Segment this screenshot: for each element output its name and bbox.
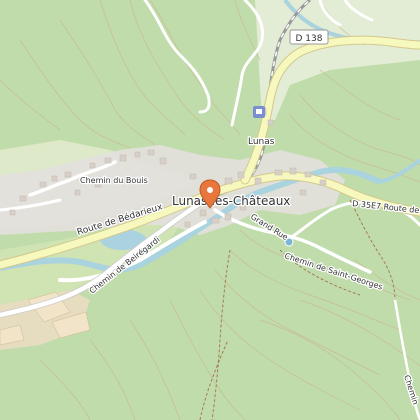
map-canvas[interactable]: D 138 Lunas Chemin du Bouis Lunas-les-Ch… bbox=[0, 0, 420, 420]
station-icon[interactable] bbox=[253, 106, 265, 118]
road-shield-d138: D 138 bbox=[289, 29, 329, 45]
svg-text:D 138: D 138 bbox=[296, 34, 323, 44]
town-label: Lunas-les-Châteaux bbox=[172, 194, 290, 208]
map-view[interactable]: D 138 Lunas Chemin du Bouis Lunas-les-Ch… bbox=[0, 0, 420, 420]
station-label: Lunas bbox=[248, 137, 275, 147]
chemin-bouis-label: Chemin du Bouis bbox=[80, 176, 148, 185]
